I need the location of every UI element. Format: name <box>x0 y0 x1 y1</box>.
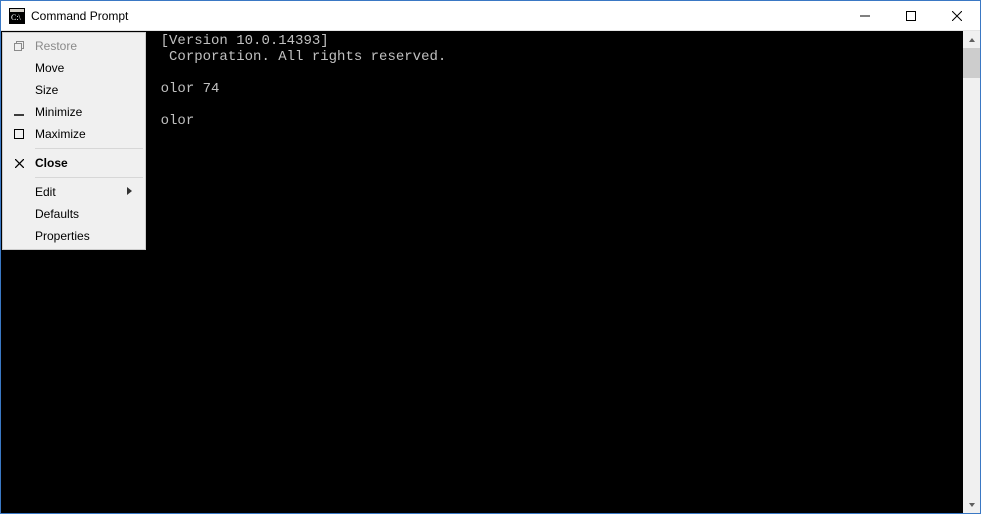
menu-maximize[interactable]: Maximize <box>5 123 143 145</box>
maximize-button[interactable] <box>888 1 934 30</box>
app-icon[interactable]: C:\ <box>9 8 25 24</box>
scroll-thumb[interactable] <box>963 48 980 78</box>
menu-close[interactable]: Close <box>5 152 143 174</box>
window-controls <box>842 1 980 30</box>
scroll-down-button[interactable] <box>963 496 980 513</box>
minimize-button[interactable] <box>842 1 888 30</box>
menu-separator <box>35 177 143 178</box>
menu-label: Move <box>35 61 64 75</box>
menu-label: Size <box>35 83 58 97</box>
menu-label: Minimize <box>35 105 82 119</box>
menu-label: Maximize <box>35 127 86 141</box>
menu-defaults[interactable]: Defaults <box>5 203 143 225</box>
menu-properties[interactable]: Properties <box>5 225 143 247</box>
menu-size[interactable]: Size <box>5 79 143 101</box>
close-icon <box>11 155 27 171</box>
chevron-right-icon <box>127 187 133 198</box>
menu-label: Properties <box>35 229 90 243</box>
system-menu: Restore Move Size Minimize Maximize Clos… <box>2 32 146 250</box>
menu-move[interactable]: Move <box>5 57 143 79</box>
console-output: [Version 10.0.14393] Corporation. All ri… <box>1 31 980 129</box>
window-title: Command Prompt <box>31 9 128 23</box>
menu-label: Defaults <box>35 207 79 221</box>
console-area[interactable]: [Version 10.0.14393] Corporation. All ri… <box>1 31 980 513</box>
window-frame: C:\ Command Prompt [Version 10.0.14393] … <box>0 0 981 514</box>
menu-label: Close <box>35 156 68 170</box>
svg-text:C:\: C:\ <box>11 13 22 22</box>
menu-edit[interactable]: Edit <box>5 181 143 203</box>
menu-separator <box>35 148 143 149</box>
menu-label: Restore <box>35 39 77 53</box>
scroll-up-button[interactable] <box>963 31 980 48</box>
minimize-icon <box>11 104 27 120</box>
restore-icon <box>11 38 27 54</box>
menu-restore: Restore <box>5 35 143 57</box>
close-button[interactable] <box>934 1 980 30</box>
titlebar[interactable]: C:\ Command Prompt <box>1 1 980 31</box>
scroll-track[interactable] <box>963 48 980 496</box>
menu-label: Edit <box>35 185 56 199</box>
menu-minimize[interactable]: Minimize <box>5 101 143 123</box>
maximize-icon <box>11 126 27 142</box>
vertical-scrollbar[interactable] <box>963 31 980 513</box>
